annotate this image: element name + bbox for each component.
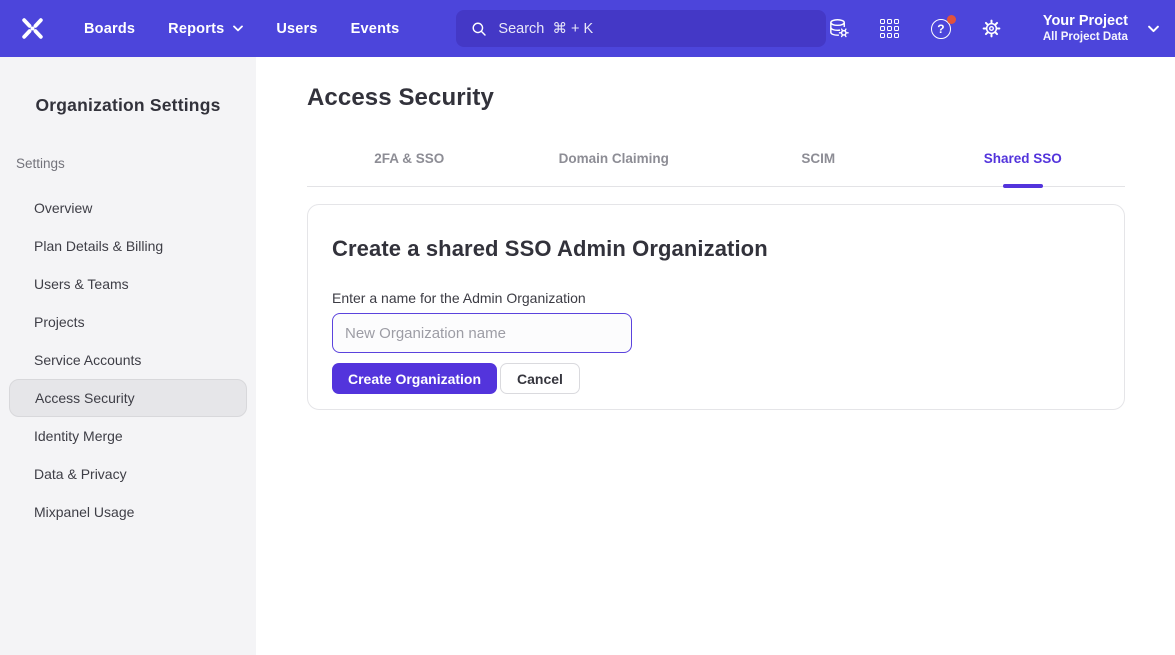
sidebar-item-overview[interactable]: Overview	[0, 189, 256, 227]
nav-label: Boards	[84, 21, 135, 37]
project-info: Your Project All Project Data	[1043, 12, 1128, 45]
sidebar-title: Organization Settings	[0, 95, 256, 116]
tab-label: Domain Claiming	[559, 151, 669, 166]
cancel-button[interactable]: Cancel	[500, 363, 580, 394]
project-scope: All Project Data	[1043, 30, 1128, 45]
org-name-label: Enter a name for the Admin Organization	[332, 290, 1100, 306]
sidebar-item-users-teams[interactable]: Users & Teams	[0, 265, 256, 303]
mixpanel-logo-icon[interactable]	[18, 15, 46, 43]
card-heading: Create a shared SSO Admin Organization	[332, 236, 1100, 262]
nav-label: Events	[351, 21, 400, 37]
sidebar-section-label: Settings	[16, 156, 256, 171]
card-actions: Create Organization Cancel	[332, 363, 1100, 394]
nav-item-reports[interactable]: Reports	[168, 21, 243, 37]
search-icon	[470, 20, 488, 38]
tab-domain-claiming[interactable]: Domain Claiming	[512, 141, 717, 186]
primary-nav: Boards Reports Users Events	[84, 21, 399, 37]
nav-item-events[interactable]: Events	[351, 21, 400, 37]
sidebar-item-service-accounts[interactable]: Service Accounts	[0, 341, 256, 379]
access-security-tabs: 2FA & SSO Domain Claiming SCIM Shared SS…	[307, 141, 1125, 187]
nav-item-boards[interactable]: Boards	[84, 21, 135, 37]
tab-scim[interactable]: SCIM	[716, 141, 921, 186]
org-name-input[interactable]	[332, 313, 632, 353]
create-admin-org-card: Create a shared SSO Admin Organization E…	[307, 204, 1125, 410]
main-content: Access Security 2FA & SSO Domain Claimin…	[256, 57, 1175, 655]
project-name: Your Project	[1043, 12, 1128, 30]
project-switcher[interactable]: Your Project All Project Data	[1043, 12, 1159, 45]
page-title: Access Security	[307, 84, 1125, 112]
tab-shared-sso[interactable]: Shared SSO	[921, 141, 1126, 186]
apps-grid-icon[interactable]	[878, 17, 902, 41]
chevron-down-icon	[233, 25, 243, 32]
top-navigation-bar: Boards Reports Users Events	[0, 0, 1175, 57]
sidebar-item-projects[interactable]: Projects	[0, 303, 256, 341]
settings-gear-icon[interactable]	[980, 17, 1004, 41]
sidebar-item-plan-details-billing[interactable]: Plan Details & Billing	[0, 227, 256, 265]
sidebar-item-identity-merge[interactable]: Identity Merge	[0, 417, 256, 455]
tab-label: Shared SSO	[984, 151, 1062, 166]
topbar-actions: ? Your Project	[827, 12, 1159, 45]
sidebar-item-data-privacy[interactable]: Data & Privacy	[0, 455, 256, 493]
data-management-icon[interactable]	[827, 17, 851, 41]
active-tab-indicator	[1003, 184, 1043, 188]
sidebar-item-mixpanel-usage[interactable]: Mixpanel Usage	[0, 493, 256, 531]
chevron-down-icon	[1148, 25, 1159, 33]
create-organization-button[interactable]: Create Organization	[332, 363, 497, 394]
nav-label: Reports	[168, 21, 224, 37]
nav-item-users[interactable]: Users	[276, 21, 317, 37]
sidebar-nav-list: Overview Plan Details & Billing Users & …	[0, 189, 256, 531]
tab-label: 2FA & SSO	[374, 151, 444, 166]
notification-dot	[947, 15, 956, 24]
sidebar-item-access-security[interactable]: Access Security	[9, 379, 247, 417]
org-settings-sidebar: Organization Settings Settings Overview …	[0, 57, 256, 655]
search-input[interactable]	[498, 21, 812, 37]
tab-label: SCIM	[801, 151, 835, 166]
tab-2fa-sso[interactable]: 2FA & SSO	[307, 141, 512, 186]
help-icon[interactable]: ?	[929, 17, 953, 41]
global-search[interactable]	[456, 10, 826, 47]
nav-label: Users	[276, 21, 317, 37]
